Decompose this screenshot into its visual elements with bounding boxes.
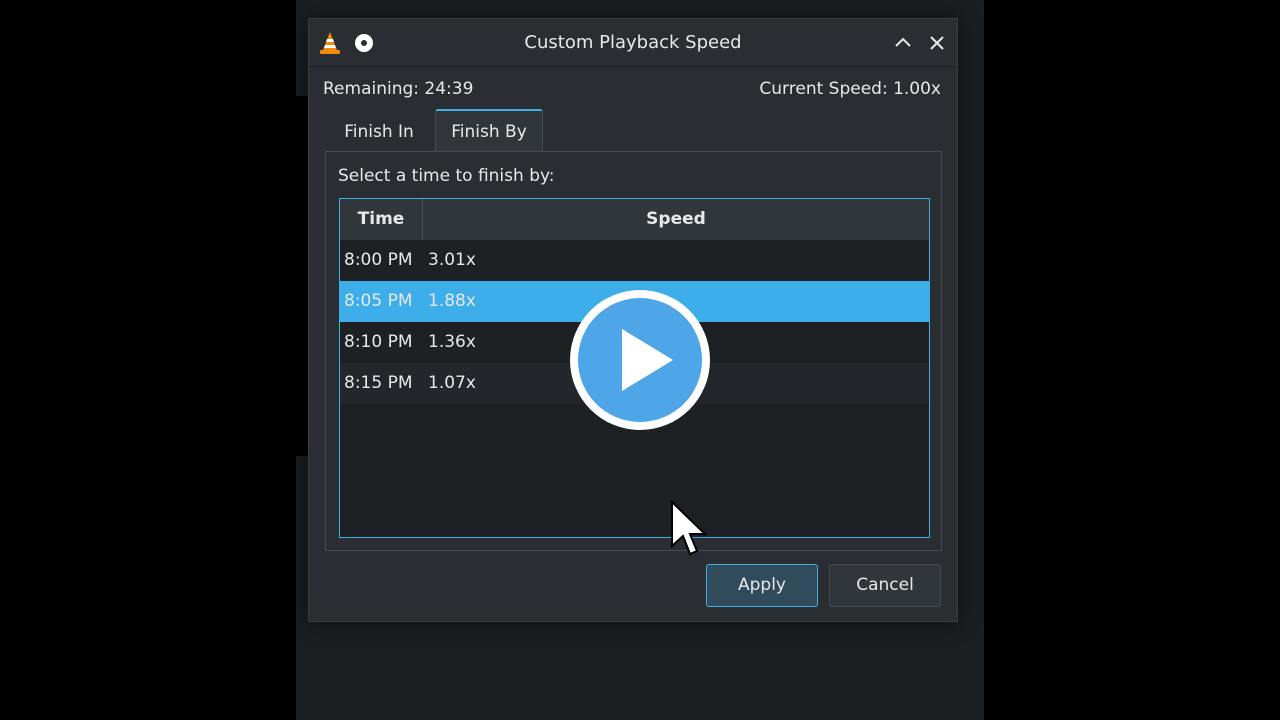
info-row: Remaining: 24:39 Current Speed: 1.00x bbox=[323, 79, 941, 103]
row-speed: 1.07x bbox=[428, 373, 476, 393]
row-time: 8:05 PM bbox=[344, 291, 413, 311]
table-row[interactable]: 8:00 PM 3.01x bbox=[340, 240, 929, 281]
current-speed-label: Current Speed: 1.00x bbox=[759, 79, 941, 99]
remaining-label: Remaining: 24:39 bbox=[323, 79, 474, 99]
tab-finish-by[interactable]: Finish By bbox=[435, 109, 543, 151]
apply-button[interactable]: Apply bbox=[706, 564, 818, 607]
select-time-label: Select a time to finish by: bbox=[338, 166, 555, 186]
column-header-time[interactable]: Time bbox=[340, 199, 423, 240]
row-time: 8:10 PM bbox=[344, 332, 413, 352]
chevron-up-icon bbox=[895, 37, 911, 47]
row-time: 8:15 PM bbox=[344, 373, 413, 393]
row-speed: 1.88x bbox=[428, 291, 476, 311]
row-speed: 3.01x bbox=[428, 250, 476, 270]
table-header: Time Speed bbox=[340, 199, 929, 241]
close-button[interactable] bbox=[925, 31, 949, 55]
row-time: 8:00 PM bbox=[344, 250, 413, 270]
row-speed: 1.36x bbox=[428, 332, 476, 352]
column-header-speed[interactable]: Speed bbox=[423, 199, 929, 240]
play-icon[interactable] bbox=[567, 287, 713, 433]
tab-finish-in[interactable]: Finish In bbox=[325, 113, 433, 151]
cancel-button[interactable]: Cancel bbox=[829, 564, 941, 607]
title-bar: Custom Playback Speed bbox=[309, 19, 957, 67]
close-icon bbox=[930, 36, 944, 50]
window-title: Custom Playback Speed bbox=[524, 32, 742, 53]
collapse-button[interactable] bbox=[891, 31, 915, 55]
mouse-pointer-icon bbox=[671, 500, 708, 556]
